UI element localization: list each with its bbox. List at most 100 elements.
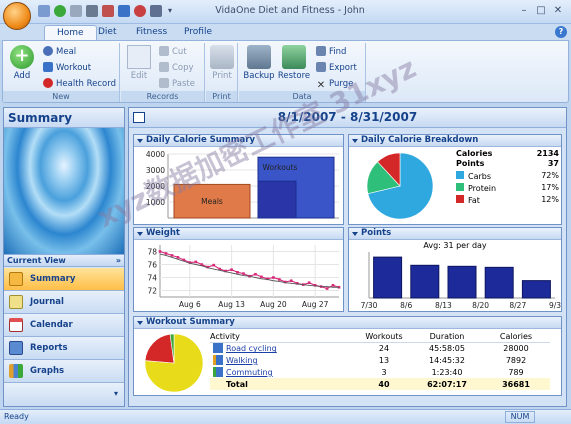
save-icon[interactable] [38, 5, 50, 17]
table-header-row: Activity Workouts Duration Calories [210, 331, 550, 343]
tab-profile[interactable]: Profile [172, 25, 224, 40]
add-button[interactable]: + Add [7, 45, 37, 81]
weight-point [272, 276, 275, 279]
status-bar: Ready NUM [0, 409, 571, 424]
x-tick-label: 7/30 [361, 301, 378, 310]
legend-label: Carbs [468, 172, 492, 181]
carbs-swatch [456, 171, 464, 179]
nav-item-journal[interactable]: Journal [4, 291, 124, 314]
export-icon[interactable] [150, 5, 162, 17]
calories-cell: 28000 [503, 343, 529, 353]
panel-points: Points Avg: 31 per day 7/30 8/6 8/13 8/20 8/… [348, 227, 562, 312]
export-button[interactable]: Export [316, 62, 357, 76]
cut-icon[interactable] [86, 5, 98, 17]
weight-point [176, 256, 180, 259]
cut-button[interactable]: Cut [159, 46, 187, 60]
y-tick-label: 3000 [146, 166, 165, 175]
fat-swatch [456, 195, 464, 203]
edit-button[interactable]: Edit [125, 45, 153, 81]
meal-icon [43, 46, 53, 56]
total-workouts: 40 [378, 379, 390, 389]
print-label: Print [212, 71, 232, 81]
journal-icon [9, 295, 23, 309]
export-icon [316, 62, 326, 72]
print-button[interactable]: Print [208, 45, 236, 81]
calories-value: 2134 [536, 149, 559, 158]
tab-fitness[interactable]: Fitness [124, 25, 179, 40]
panel-header[interactable]: Weight [134, 228, 343, 240]
workout-label: Workout [56, 63, 92, 73]
col-duration: Duration [412, 331, 482, 343]
nav-overflow-button[interactable]: ▾ [4, 383, 124, 406]
meals-bar-label: Meals [201, 197, 223, 206]
reports-icon [9, 341, 23, 355]
nav-item-calendar[interactable]: Calendar [4, 314, 124, 337]
activity-link[interactable]: Road cycling [226, 344, 277, 353]
panel-header[interactable]: Daily Calorie Breakdown [349, 135, 561, 147]
find-button[interactable]: Find [316, 46, 346, 60]
panel-header[interactable]: Daily Calorie Summary [134, 135, 343, 147]
tab-diet[interactable]: Diet [86, 25, 129, 40]
current-view-header[interactable]: Current View » [4, 254, 124, 267]
nav-item-label: Summary [30, 274, 76, 284]
copy-button[interactable]: Copy [159, 62, 194, 76]
activity-link[interactable]: Walking [226, 356, 258, 365]
health-record-label: Health Record [56, 79, 116, 89]
calories-cell: 789 [508, 367, 524, 377]
workout-icon[interactable] [118, 5, 130, 17]
ribbon-tab-row: Home Diet Fitness Profile [0, 24, 571, 40]
group-print: Print Print [206, 43, 238, 102]
legend-protein: Protein 17% [456, 183, 559, 193]
protein-swatch [456, 183, 464, 191]
y-tick-label: 76 [147, 261, 157, 270]
calorie-breakdown-pie [366, 152, 434, 220]
nav-item-graphs[interactable]: Graphs [4, 360, 124, 383]
weight-point [158, 250, 162, 253]
legend-value: 17% [541, 183, 559, 192]
y-tick-label: 78 [147, 248, 157, 257]
collapse-icon[interactable]: » [116, 256, 121, 265]
y-tick-label: 1000 [146, 198, 165, 207]
weight-point [307, 281, 311, 284]
total-duration: 62:07:17 [427, 379, 467, 389]
weight-chart: 72 74 76 78 Aug 6 Aug 13 Aug 20 Aug 27 [147, 245, 341, 309]
group-records: Edit Cut Copy Paste Records [121, 43, 205, 102]
y-tick-label: 4000 [146, 150, 165, 159]
weight-point [254, 272, 257, 276]
backup-button[interactable]: Backup [243, 45, 275, 81]
add-icon[interactable] [54, 5, 66, 17]
meal-button[interactable]: Meal [43, 46, 76, 60]
group-print-label: Print [206, 91, 237, 102]
paste-button[interactable]: Paste [159, 78, 195, 92]
panel-header[interactable]: Workout Summary [134, 317, 561, 329]
legend-value: 12% [541, 195, 559, 204]
water-ripple-image [4, 128, 124, 254]
nav-item-summary[interactable]: Summary [4, 268, 124, 291]
activity-link[interactable]: Commuting [226, 368, 273, 377]
net-bar [257, 180, 297, 219]
nav-item-reports[interactable]: Reports [4, 337, 124, 360]
close-icon[interactable]: ✕ [550, 4, 566, 18]
help-icon[interactable]: ? [555, 26, 567, 38]
main-header: 8/1/2007 - 8/31/2007 [129, 108, 566, 128]
panel-header[interactable]: Points [349, 228, 561, 240]
nav-item-label: Reports [30, 343, 68, 353]
health-icon[interactable] [134, 5, 146, 17]
health-record-button[interactable]: Health Record [43, 78, 116, 92]
purge-icon: ✕ [316, 80, 326, 91]
paste-icon [159, 78, 169, 88]
restore-button[interactable]: Restore [277, 45, 311, 81]
meal-icon[interactable] [102, 5, 114, 17]
purge-button[interactable]: ✕ Purge [316, 78, 354, 92]
maximize-icon[interactable]: □ [533, 4, 549, 18]
minimize-icon[interactable]: – [516, 4, 532, 18]
export-label: Export [329, 63, 357, 73]
title-bar: ▾ VidaOne Diet and Fitness - John – □ ✕ [0, 0, 571, 24]
date-range: 8/1/2007 - 8/31/2007 [277, 110, 418, 124]
app-menu-button[interactable] [3, 2, 31, 30]
workout-button[interactable]: Workout [43, 62, 91, 76]
print-icon[interactable] [70, 5, 82, 17]
qat-menu-icon[interactable]: ▾ [168, 6, 172, 15]
restore-icon [282, 45, 306, 69]
weight-point [164, 252, 168, 255]
